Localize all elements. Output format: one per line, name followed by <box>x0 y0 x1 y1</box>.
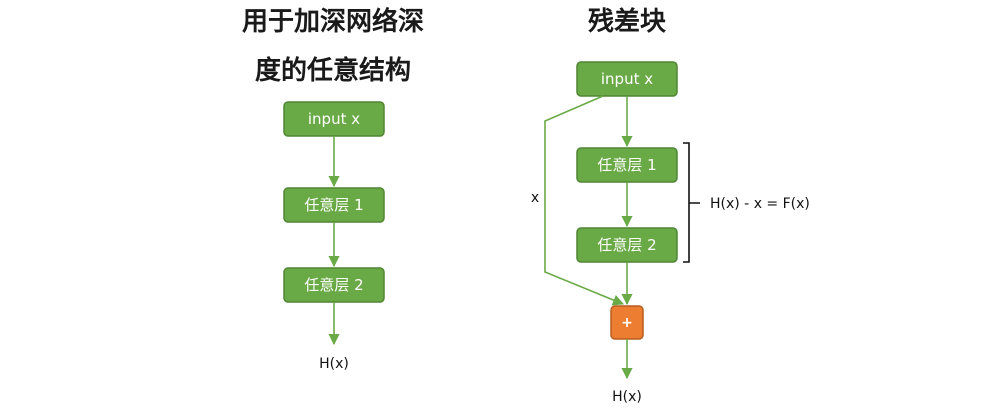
skip-connection-label: x <box>531 190 539 206</box>
right-layer1-label: 任意层 1 <box>597 156 656 174</box>
right-output-label: H(x) <box>612 389 642 405</box>
add-node-label: + <box>621 315 633 331</box>
add-node: + <box>610 305 644 340</box>
right-title: 残差块 <box>588 6 666 37</box>
left-output-label: H(x) <box>319 356 349 372</box>
diagram-canvas: 用于加深网络深 度的任意结构 input x 任意层 1 任意层 2 H(x) … <box>242 6 810 405</box>
left-title-line1: 用于加深网络深 <box>242 6 424 37</box>
plain-structure: 用于加深网络深 度的任意结构 input x 任意层 1 任意层 2 H(x) <box>242 6 424 372</box>
right-layer2-node: 任意层 2 <box>576 227 678 263</box>
residual-bracket <box>683 142 700 263</box>
left-input-node: input x <box>283 101 385 137</box>
residual-label: H(x) - x = F(x) <box>710 196 810 212</box>
right-layer1-node: 任意层 1 <box>576 147 678 183</box>
skip-connection-edge <box>544 95 625 306</box>
right-input-node: input x <box>576 61 678 97</box>
right-input-label: input x <box>601 70 653 88</box>
right-layer2-label: 任意层 2 <box>597 236 656 254</box>
left-layer1-node: 任意层 1 <box>283 187 385 223</box>
left-layer1-label: 任意层 1 <box>304 196 363 214</box>
left-input-label: input x <box>308 110 360 128</box>
left-layer2-label: 任意层 2 <box>304 276 363 294</box>
left-title-line2: 度的任意结构 <box>255 55 411 86</box>
left-layer2-node: 任意层 2 <box>283 267 385 303</box>
residual-block: 残差块 input x 任意层 1 任意层 2 x H(x) - x = F(x… <box>531 6 810 405</box>
